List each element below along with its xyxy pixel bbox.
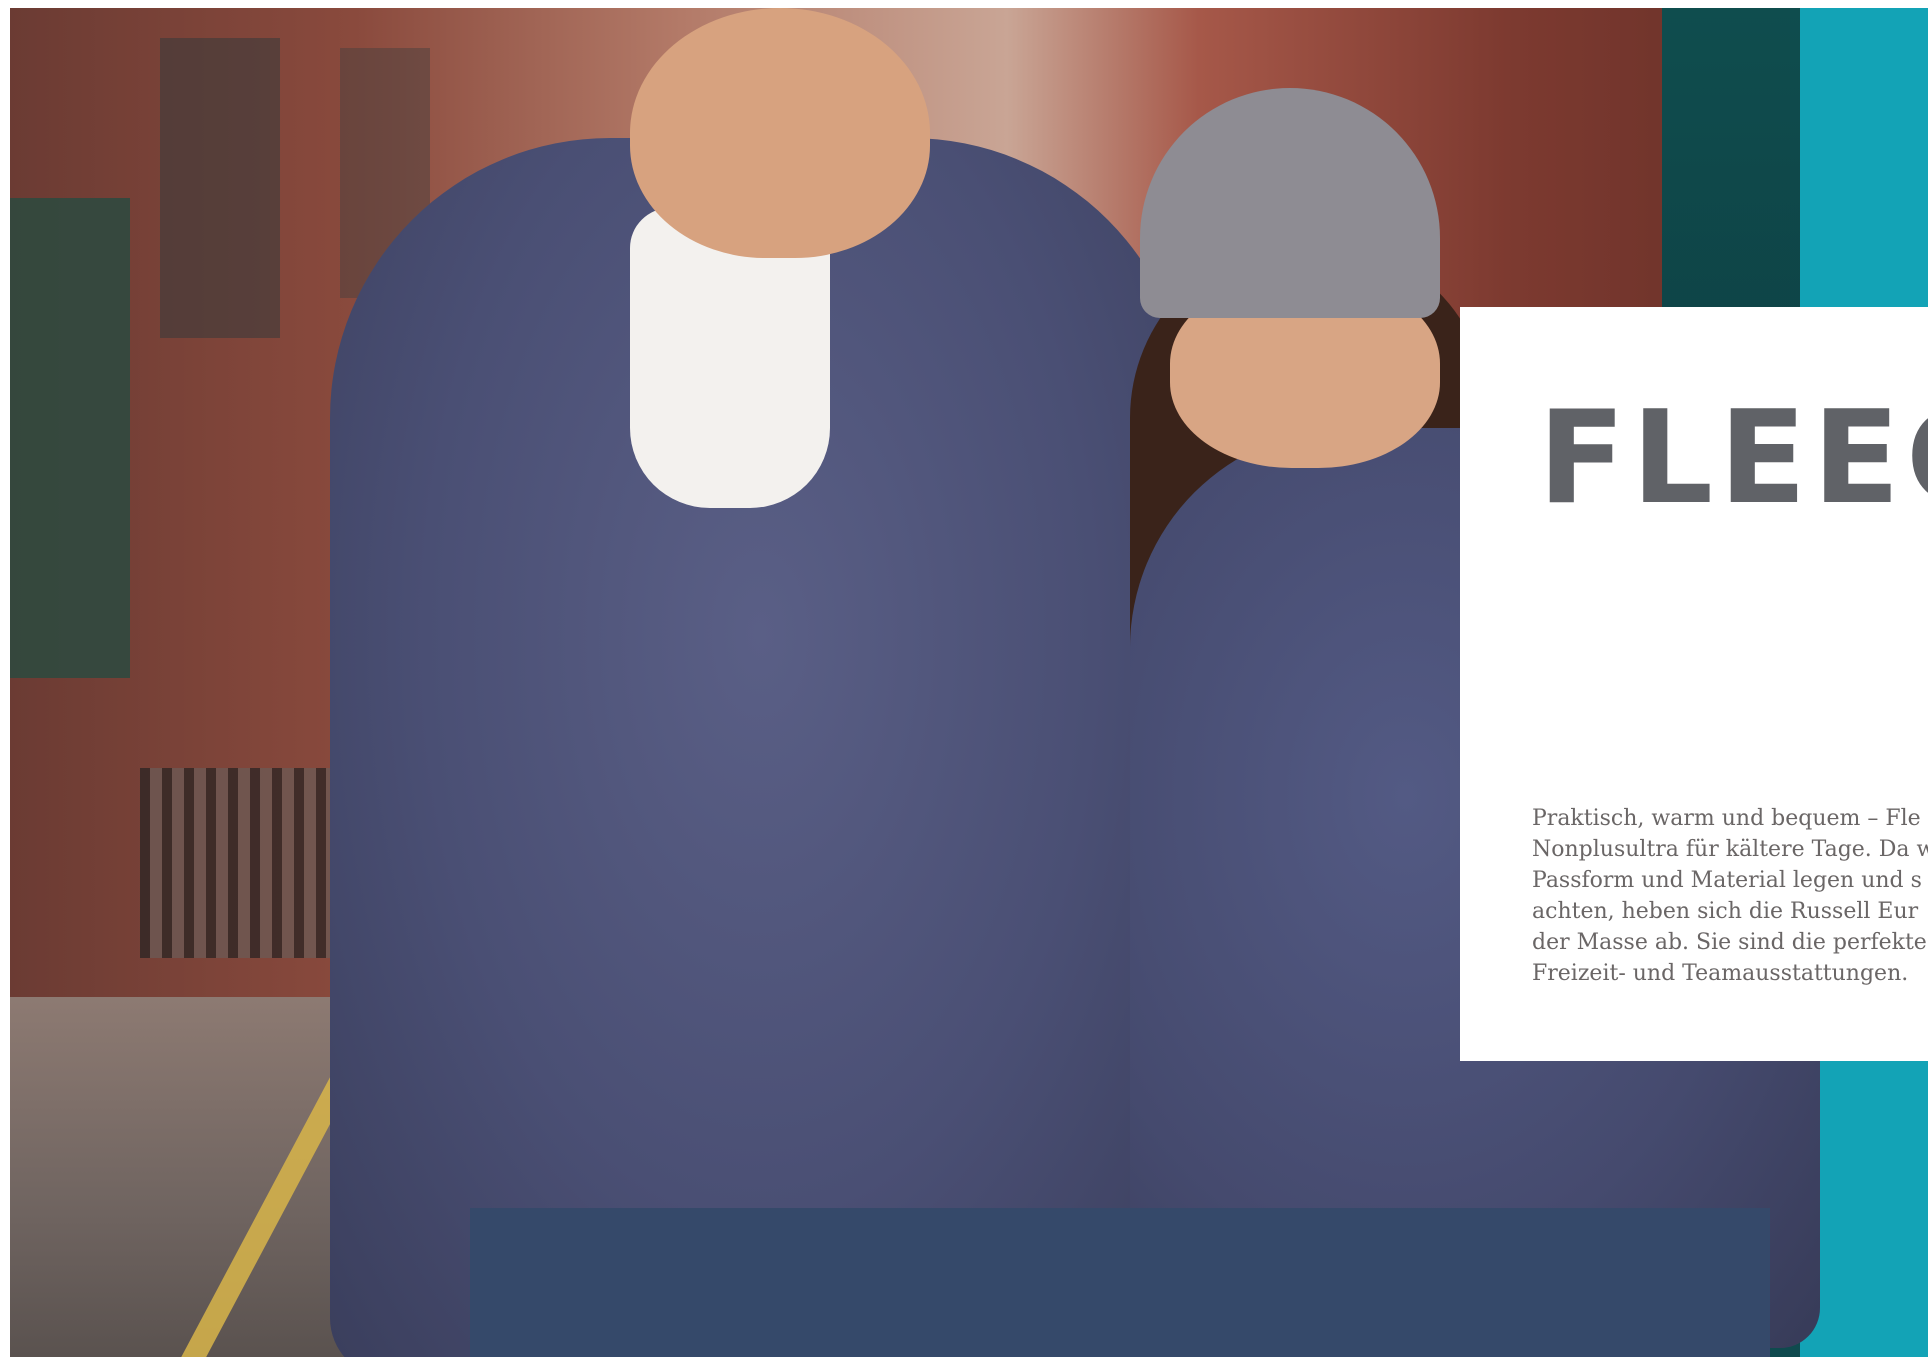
man-head [630, 8, 930, 258]
title-card: FLEEC Praktisch, warm und bequem – Fle N… [1460, 307, 1928, 1061]
intro-line: Praktisch, warm und bequem – Fle [1532, 806, 1921, 831]
intro-line: Passform und Material legen und s [1532, 868, 1922, 893]
intro-line: Freizeit- und Teamausstattungen. [1532, 961, 1909, 986]
intro-line: der Masse ab. Sie sind die perfekte [1532, 930, 1927, 955]
intro-line: achten, heben sich die Russell Eur [1532, 899, 1919, 924]
green-door [10, 198, 130, 678]
woman-beanie [1140, 88, 1440, 318]
building-window [160, 38, 280, 338]
intro-text: Praktisch, warm und bequem – Fle Nonplus… [1532, 803, 1928, 989]
jeans [470, 1208, 1770, 1357]
page-title: FLEEC [1538, 384, 1928, 533]
intro-line: Nonplusultra für kältere Tage. Da w [1532, 837, 1928, 862]
page: FLEEC Praktisch, warm und bequem – Fle N… [0, 0, 1928, 1357]
